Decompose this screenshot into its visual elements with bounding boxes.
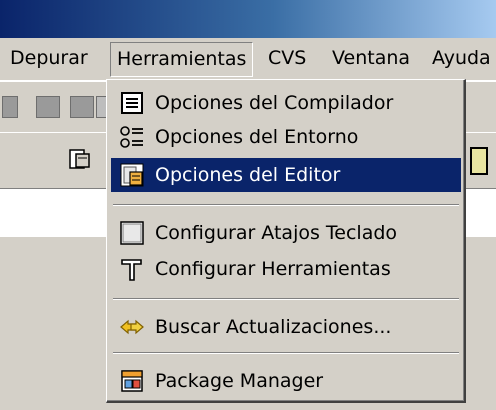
menu-item-label: Package Manager: [155, 370, 324, 392]
menu-separator: [113, 298, 459, 300]
menu-item-label: Configurar Atajos Teclado: [155, 222, 398, 244]
menu-item-check-updates[interactable]: Buscar Actualizaciones...: [111, 310, 461, 344]
environment-options-icon: [119, 124, 145, 150]
menu-item-label: Opciones del Entorno: [155, 126, 359, 148]
menu-ayuda[interactable]: Ayuda: [426, 42, 496, 75]
menu-herramientas[interactable]: Herramientas: [110, 42, 254, 77]
menu-bar: Depurar Herramientas CVS Ventana Ayuda: [0, 38, 496, 81]
menu-item-keyboard-shortcuts[interactable]: Configurar Atajos Teclado: [111, 216, 461, 250]
toolbar-button[interactable]: [36, 96, 60, 118]
menu-separator: [113, 204, 459, 206]
menu-item-editor-options[interactable]: Opciones del Editor: [111, 158, 461, 192]
menu-item-label: Opciones del Compilador: [155, 92, 394, 114]
menu-item-label: Buscar Actualizaciones...: [155, 316, 392, 338]
toolbar-window-icon-right[interactable]: [470, 147, 488, 175]
toolbar-button[interactable]: [70, 96, 94, 118]
menu-depurar[interactable]: Depurar: [4, 42, 94, 75]
herramientas-dropdown-menu: Opciones del Compilador Opciones del Ent…: [106, 79, 466, 403]
menu-item-environment-options[interactable]: Opciones del Entorno: [111, 120, 461, 154]
window-title-bar: [0, 0, 496, 38]
package-manager-icon: [119, 368, 145, 394]
hammer-icon: [119, 256, 145, 282]
menu-item-package-manager[interactable]: Package Manager: [111, 364, 461, 398]
toolbar-button[interactable]: [2, 96, 18, 118]
toolbar-window-icon[interactable]: [68, 147, 92, 171]
menu-cvs[interactable]: CVS: [262, 42, 312, 75]
menu-item-label: Opciones del Editor: [155, 164, 341, 186]
menu-ventana[interactable]: Ventana: [326, 42, 416, 75]
menu-item-compiler-options[interactable]: Opciones del Compilador: [111, 86, 461, 120]
editor-options-icon: [119, 162, 145, 188]
compiler-options-icon: [119, 90, 145, 116]
menu-separator: [113, 352, 459, 354]
update-check-icon: [119, 314, 145, 340]
menu-item-label: Configurar Herramientas: [155, 258, 391, 280]
keyboard-shortcuts-icon: [119, 220, 145, 246]
menu-item-configure-tools[interactable]: Configurar Herramientas: [111, 252, 461, 286]
